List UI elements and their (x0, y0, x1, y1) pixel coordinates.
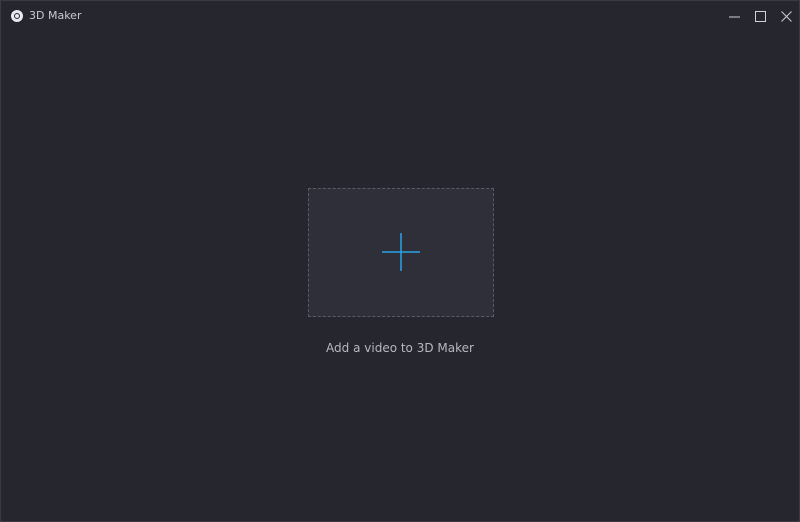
title-bar[interactable]: 3D Maker (1, 1, 799, 31)
minimize-icon (728, 16, 740, 17)
add-video-dropzone[interactable] (308, 188, 494, 317)
window-controls (721, 1, 799, 31)
add-video-hint: Add a video to 3D Maker (326, 341, 474, 355)
window-title: 3D Maker (29, 9, 82, 22)
close-icon (780, 10, 792, 22)
maximize-icon (754, 10, 766, 22)
maximize-button[interactable] (747, 1, 773, 31)
app-logo-icon (11, 10, 23, 22)
app-window: 3D Maker Add a video to 3D Maker (0, 0, 800, 522)
plus-icon (382, 233, 420, 271)
close-button[interactable] (773, 1, 799, 31)
minimize-button[interactable] (721, 1, 747, 31)
